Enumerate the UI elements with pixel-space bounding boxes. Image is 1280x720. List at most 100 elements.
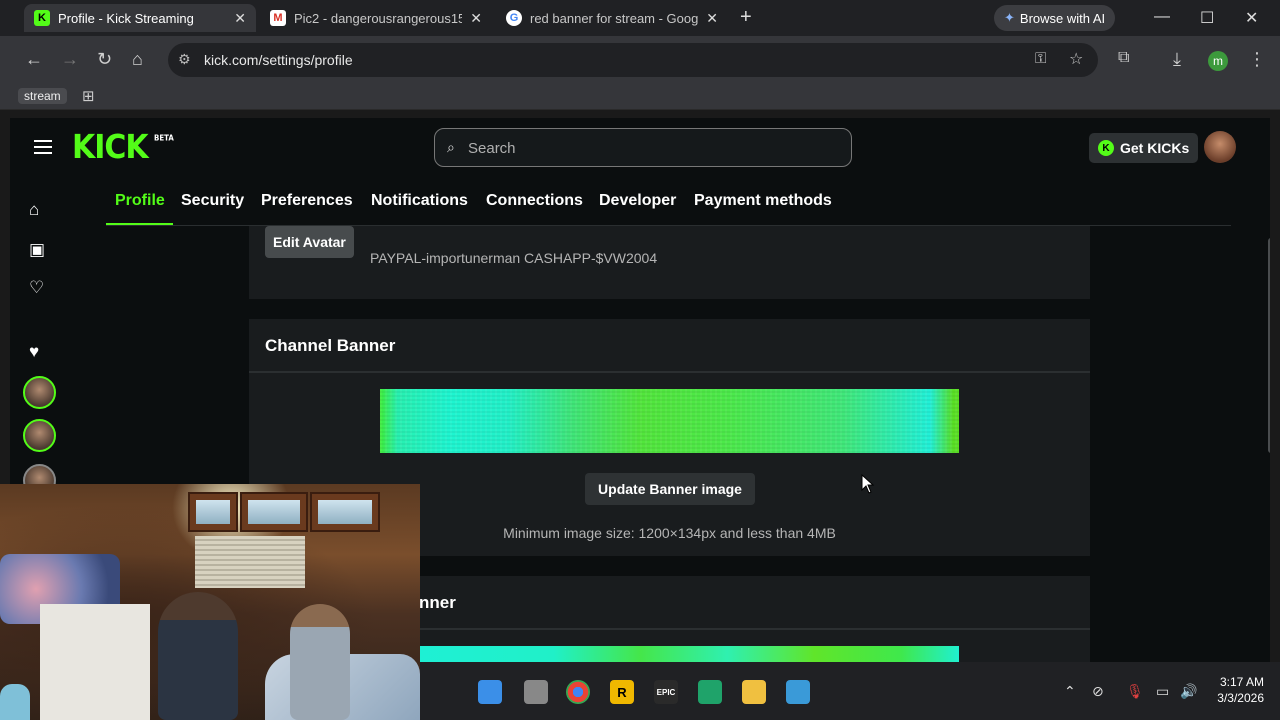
chrome-icon[interactable] bbox=[566, 680, 590, 704]
bookmark-star-icon[interactable]: ☆ bbox=[1069, 49, 1083, 69]
appliance bbox=[40, 604, 150, 720]
kicks-coin-icon: K bbox=[1098, 140, 1114, 156]
search-placeholder: Search bbox=[468, 140, 516, 157]
maximize-icon[interactable]: ☐ bbox=[1200, 8, 1214, 28]
search-icon: ⌕ bbox=[447, 139, 455, 155]
back-icon[interactable]: ← bbox=[25, 49, 43, 70]
second-person bbox=[290, 604, 350, 720]
task-view-icon[interactable] bbox=[524, 680, 548, 704]
epic-games-icon[interactable]: EPIC bbox=[654, 680, 678, 704]
download-icon[interactable]: ⤓ bbox=[1173, 49, 1181, 70]
sparkle-icon: ✦ bbox=[1004, 10, 1015, 25]
reload-icon[interactable]: ↻ bbox=[97, 49, 112, 70]
cabinet bbox=[188, 492, 238, 532]
user-avatar[interactable] bbox=[1204, 131, 1236, 163]
window-close-icon[interactable]: ✕ bbox=[1245, 8, 1258, 28]
tab-preferences[interactable]: Preferences bbox=[261, 192, 353, 210]
get-kicks-label: Get KICKs bbox=[1120, 140, 1190, 156]
tab-connections[interactable]: Connections bbox=[486, 192, 583, 210]
bio-text: PAYPAL-importunerman CASHAPP-$VW2004 bbox=[370, 250, 658, 266]
file-explorer-icon[interactable] bbox=[742, 680, 766, 704]
system-clock[interactable]: 3:17 AM 3/3/2026 bbox=[1208, 674, 1264, 706]
minimize-icon[interactable]: — bbox=[1154, 8, 1170, 26]
new-tab-button[interactable]: + bbox=[740, 6, 752, 29]
clock-time: 3:17 AM bbox=[1219, 675, 1264, 689]
gmail-icon: M bbox=[270, 10, 286, 26]
address-bar[interactable]: ⚙ kick.com/settings/profile ⚿ ☆ bbox=[168, 43, 1098, 77]
followed-channel-avatar[interactable] bbox=[23, 376, 56, 409]
windows-start-icon[interactable] bbox=[478, 680, 502, 704]
channel-banner-title: Channel Banner bbox=[265, 336, 396, 355]
tab-notifications[interactable]: Notifications bbox=[371, 192, 468, 210]
chevron-up-icon[interactable]: ⌃ bbox=[1064, 683, 1076, 700]
tab-search-icon[interactable]: ⧉ bbox=[1118, 49, 1129, 67]
logo-text: KICK bbox=[72, 128, 149, 167]
tab-security[interactable]: Security bbox=[181, 192, 244, 210]
close-icon[interactable]: ✕ bbox=[234, 10, 246, 27]
cabinet bbox=[310, 492, 380, 532]
beta-badge: BETA bbox=[154, 133, 174, 143]
apps-grid-icon[interactable]: ⊞ bbox=[82, 87, 95, 105]
kick-header: KICK BETA ⌕ Search K Get KICKs bbox=[10, 118, 1270, 178]
volume-icon[interactable]: 🔊 bbox=[1180, 683, 1197, 700]
browse-with-ai-button[interactable]: ✦ Browse with AI bbox=[994, 5, 1116, 31]
hamburger-menu-icon[interactable] bbox=[34, 140, 52, 158]
windows-taskbar: R EPIC ⌃ ⊘ 🎙 ▭ 🔊 3:17 AM 3/3/2026 bbox=[420, 662, 1280, 720]
site-info-icon[interactable]: ⚙ bbox=[178, 51, 191, 68]
window-blind bbox=[195, 536, 305, 588]
following-heart-icon[interactable]: ♡ bbox=[29, 278, 44, 298]
tab-title: red banner for stream - Google bbox=[530, 10, 699, 26]
browser-toolbar: ← → ↻ ⌂ ⚙ kick.com/settings/profile ⚿ ☆ … bbox=[0, 36, 1280, 84]
screen: K Profile - Kick Streaming ✕ M Pic2 - da… bbox=[0, 0, 1280, 720]
close-icon[interactable]: ✕ bbox=[706, 10, 718, 27]
webcam-overlay bbox=[0, 484, 420, 720]
mouse-cursor-icon bbox=[861, 474, 875, 494]
kick-logo[interactable]: KICK BETA bbox=[72, 128, 174, 167]
home-icon[interactable]: ⌂ bbox=[132, 49, 143, 70]
banner-image bbox=[380, 389, 959, 453]
forward-icon[interactable]: → bbox=[61, 49, 79, 70]
followed-heart-icon: ♥ bbox=[29, 342, 40, 361]
display-icon[interactable]: ▭ bbox=[1156, 683, 1169, 700]
kick-icon: K bbox=[34, 10, 50, 26]
tab-title: Profile - Kick Streaming bbox=[58, 10, 194, 26]
page-scrollbar[interactable] bbox=[1268, 238, 1270, 453]
get-kicks-button[interactable]: K Get KICKs bbox=[1089, 133, 1199, 163]
close-icon[interactable]: ✕ bbox=[470, 10, 482, 27]
tab-kick-profile[interactable]: K Profile - Kick Streaming ✕ bbox=[24, 4, 256, 32]
clock-date: 3/3/2026 bbox=[1217, 691, 1264, 705]
update-banner-button[interactable]: Update Banner image bbox=[585, 473, 755, 505]
url-text: kick.com/settings/profile bbox=[204, 52, 353, 68]
followed-channel-avatar[interactable] bbox=[23, 419, 56, 452]
lamp bbox=[0, 684, 30, 720]
photos-icon[interactable] bbox=[786, 680, 810, 704]
bookmarks-bar: stream ⊞ bbox=[0, 84, 1280, 110]
tab-profile[interactable]: Profile bbox=[115, 192, 165, 210]
streamer-person bbox=[158, 592, 238, 720]
app-icon[interactable] bbox=[698, 680, 722, 704]
settings-tabs: Profile Security Preferences Notificatio… bbox=[106, 180, 1231, 226]
tab-payment-methods[interactable]: Payment methods bbox=[694, 192, 832, 210]
search-input[interactable]: ⌕ Search bbox=[434, 128, 852, 167]
profile-avatar[interactable]: m bbox=[1208, 51, 1228, 71]
profile-card: Edit Avatar PAYPAL-importunerman CASHAPP… bbox=[249, 226, 1090, 299]
tab-developer[interactable]: Developer bbox=[599, 192, 676, 210]
divider bbox=[249, 371, 1090, 373]
microphone-icon[interactable]: 🎙 bbox=[1126, 683, 1144, 700]
active-tab-indicator bbox=[106, 223, 173, 225]
tab-title: Pic2 - dangerousrangerous159 bbox=[294, 10, 463, 26]
tab-gmail[interactable]: M Pic2 - dangerousrangerous159 ✕ bbox=[260, 4, 492, 32]
password-key-icon[interactable]: ⚿ bbox=[1035, 50, 1046, 67]
home-icon[interactable]: ⌂ bbox=[29, 200, 39, 220]
rockstar-icon[interactable]: R bbox=[610, 680, 634, 704]
tab-google[interactable]: G red banner for stream - Google ✕ bbox=[496, 4, 728, 32]
google-icon: G bbox=[506, 10, 522, 26]
cabinet bbox=[240, 492, 308, 532]
browse-icon[interactable]: ▣ bbox=[29, 240, 45, 260]
offline-banner-title: nner bbox=[419, 593, 456, 612]
bookmark-stream[interactable]: stream bbox=[18, 88, 67, 104]
edit-avatar-button[interactable]: Edit Avatar bbox=[265, 226, 354, 258]
network-off-icon[interactable]: ⊘ bbox=[1092, 683, 1104, 700]
menu-kebab-icon[interactable]: ⋮ bbox=[1248, 49, 1266, 70]
browse-ai-label: Browse with AI bbox=[1019, 10, 1106, 26]
